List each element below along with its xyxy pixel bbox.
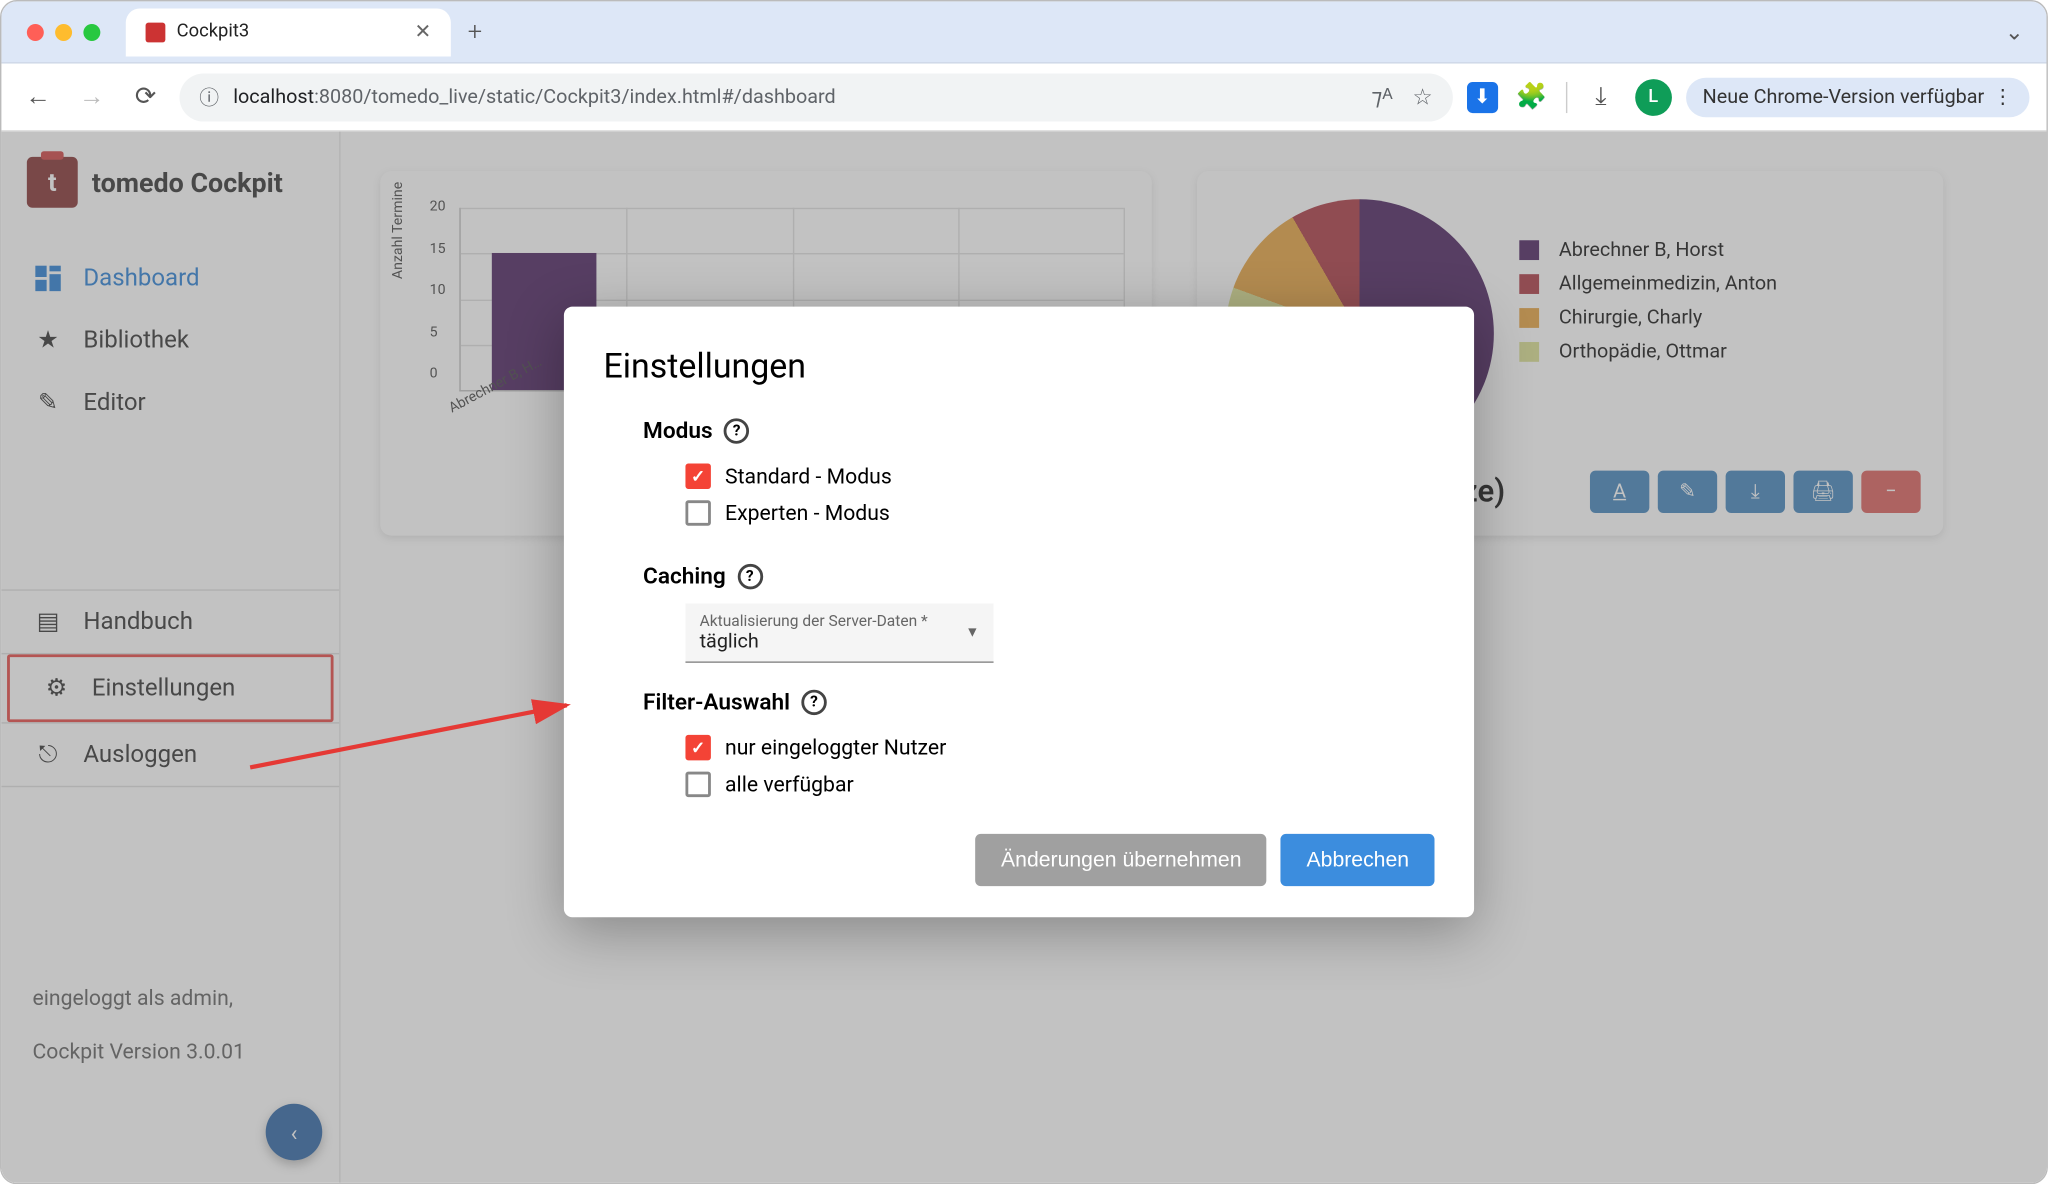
sidebar: t tomedo Cockpit Dashboard ★ Bibliothek …	[1, 131, 340, 1182]
caching-select[interactable]: Aktualisierung der Server-Daten * täglic…	[685, 603, 993, 662]
minimize-window-icon[interactable]	[55, 23, 72, 40]
star-icon: ★	[33, 326, 64, 354]
minus-icon: −	[1885, 481, 1896, 504]
checkbox-icon: ✓	[685, 464, 710, 489]
chevron-left-icon: ‹	[291, 1119, 298, 1146]
close-tab-icon[interactable]: ✕	[414, 20, 431, 43]
translate-icon[interactable]: ⁊ᴬ	[1371, 83, 1392, 111]
y-ticks: 20 15 10 5 0	[430, 199, 446, 381]
nav-label: Handbuch	[83, 608, 193, 636]
sidebar-item-dashboard[interactable]: Dashboard	[1, 247, 339, 309]
sidebar-item-ausloggen[interactable]: ⎋ Ausloggen	[1, 724, 339, 786]
close-window-icon[interactable]	[27, 23, 44, 40]
favicon-icon	[146, 22, 166, 42]
settings-dialog: Einstellungen Modus ? ✓ Standard - Modus…	[564, 307, 1474, 918]
checkbox-icon: ✓	[685, 735, 710, 760]
print-button[interactable]: 🖨	[1793, 471, 1852, 513]
chrome-update-pill[interactable]: Neue Chrome-Version verfügbar ⋮	[1686, 77, 2030, 117]
download-icon: ⤓	[1751, 481, 1760, 504]
gear-icon: ⚙	[41, 674, 72, 702]
maximize-window-icon[interactable]	[83, 23, 100, 40]
brand-title: tomedo Cockpit	[92, 166, 283, 199]
sidebar-footer: eingeloggt als admin, Cockpit Version 3.…	[33, 985, 245, 1092]
bookmark-icon[interactable]: ☆	[1412, 83, 1432, 111]
window-controls	[27, 23, 100, 40]
tab-title: Cockpit3	[177, 21, 249, 42]
sidebar-item-bibliothek[interactable]: ★ Bibliothek	[1, 310, 339, 372]
site-info-icon[interactable]: ⓘ	[199, 83, 219, 111]
legend-swatch	[1519, 240, 1539, 260]
titlebar: Cockpit3 ✕ + ⌄	[1, 1, 2046, 63]
browser-tab[interactable]: Cockpit3 ✕	[126, 8, 451, 56]
extensions-icon[interactable]: 🧩	[1512, 77, 1552, 117]
cancel-button[interactable]: Abbrechen	[1281, 834, 1434, 886]
y-axis-label: Anzahl Termine	[391, 181, 407, 278]
url-host: localhost	[233, 86, 314, 109]
version-text: Cockpit Version 3.0.01	[33, 1039, 245, 1064]
nav-label: Ausloggen	[83, 741, 197, 769]
nav-label: Einstellungen	[92, 674, 235, 702]
pie-legend: Abrechner B, Horst Allgemeinmedizin, Ant…	[1519, 239, 1777, 468]
pencil-icon: ✎	[33, 389, 64, 417]
dashboard-icon	[33, 264, 64, 292]
browser-window: Cockpit3 ✕ + ⌄ ← → ⟳ ⓘ localhost:8080/to…	[0, 0, 2048, 1184]
dialog-title: Einstellungen	[603, 346, 1434, 386]
kebab-menu-icon[interactable]: ⋮	[1993, 86, 2013, 109]
extension-download-icon[interactable]: ⬇	[1467, 81, 1498, 112]
section-filter: Filter-Auswahl ?	[643, 688, 1434, 715]
logo-icon: t	[27, 157, 78, 208]
browser-toolbar: ← → ⟳ ⓘ localhost:8080/tomedo_live/stati…	[1, 64, 2046, 132]
download-button[interactable]: ⤓	[1726, 471, 1785, 513]
help-icon[interactable]: ?	[737, 563, 762, 588]
select-label: Aktualisierung der Server-Daten *	[700, 612, 980, 630]
legend-swatch	[1519, 342, 1539, 362]
print-icon: 🖨	[1811, 481, 1836, 504]
app-content: t tomedo Cockpit Dashboard ★ Bibliothek …	[1, 131, 2046, 1182]
sidebar-item-editor[interactable]: ✎ Editor	[1, 372, 339, 434]
profile-avatar[interactable]: L	[1635, 78, 1672, 115]
forward-button[interactable]: →	[72, 77, 112, 117]
help-icon[interactable]: ?	[801, 689, 826, 714]
help-icon[interactable]: ?	[724, 418, 749, 443]
legend-swatch	[1519, 274, 1539, 294]
font-icon: A	[1613, 481, 1626, 504]
sidebar-item-einstellungen[interactable]: ⚙ Einstellungen	[7, 654, 333, 722]
dialog-actions: Änderungen übernehmen Abbrechen	[603, 834, 1434, 886]
logout-icon: ⎋	[33, 741, 64, 769]
downloads-icon[interactable]: ⤓	[1581, 77, 1621, 117]
url-bar[interactable]: ⓘ localhost:8080/tomedo_live/static/Cock…	[179, 73, 1452, 121]
collapse-sidebar-button[interactable]: ‹	[266, 1104, 323, 1161]
new-tab-button[interactable]: +	[468, 17, 482, 47]
section-caching: Caching ?	[643, 562, 1434, 589]
checkbox-experten-modus[interactable]: Experten - Modus	[603, 495, 1434, 532]
section-modus: Modus ?	[643, 417, 1434, 444]
reload-button[interactable]: ⟳	[126, 77, 166, 117]
edit-button[interactable]: ✎	[1658, 471, 1717, 513]
save-button[interactable]: Änderungen übernehmen	[976, 834, 1267, 886]
nav-label: Editor	[83, 389, 145, 417]
nav-label: Dashboard	[83, 264, 199, 292]
remove-button[interactable]: −	[1861, 471, 1920, 513]
tabs-dropdown-icon[interactable]: ⌄	[2005, 18, 2024, 45]
logged-in-text: eingeloggt als admin,	[33, 985, 245, 1010]
checkbox-standard-modus[interactable]: ✓ Standard - Modus	[603, 458, 1434, 495]
nav-label: Bibliothek	[83, 326, 189, 354]
url-path: :8080/tomedo_live/static/Cockpit3/index.…	[314, 86, 836, 109]
checkbox-icon	[685, 500, 710, 525]
brand: t tomedo Cockpit	[1, 157, 339, 247]
checkbox-icon	[685, 772, 710, 797]
select-value: täglich	[700, 630, 980, 653]
chevron-down-icon: ▼	[965, 625, 979, 641]
checkbox-nur-eingeloggter[interactable]: ✓ nur eingeloggter Nutzer	[603, 729, 1434, 766]
font-button[interactable]: A	[1590, 471, 1649, 513]
book-icon: ▤	[33, 608, 64, 636]
legend-swatch	[1519, 308, 1539, 328]
checkbox-alle-verfuegbar[interactable]: alle verfügbar	[603, 766, 1434, 803]
card-actions: A ✎ ⤓ 🖨 −	[1590, 471, 1921, 513]
back-button[interactable]: ←	[18, 77, 58, 117]
pencil-icon: ✎	[1679, 481, 1696, 504]
sidebar-item-handbuch[interactable]: ▤ Handbuch	[1, 591, 339, 653]
